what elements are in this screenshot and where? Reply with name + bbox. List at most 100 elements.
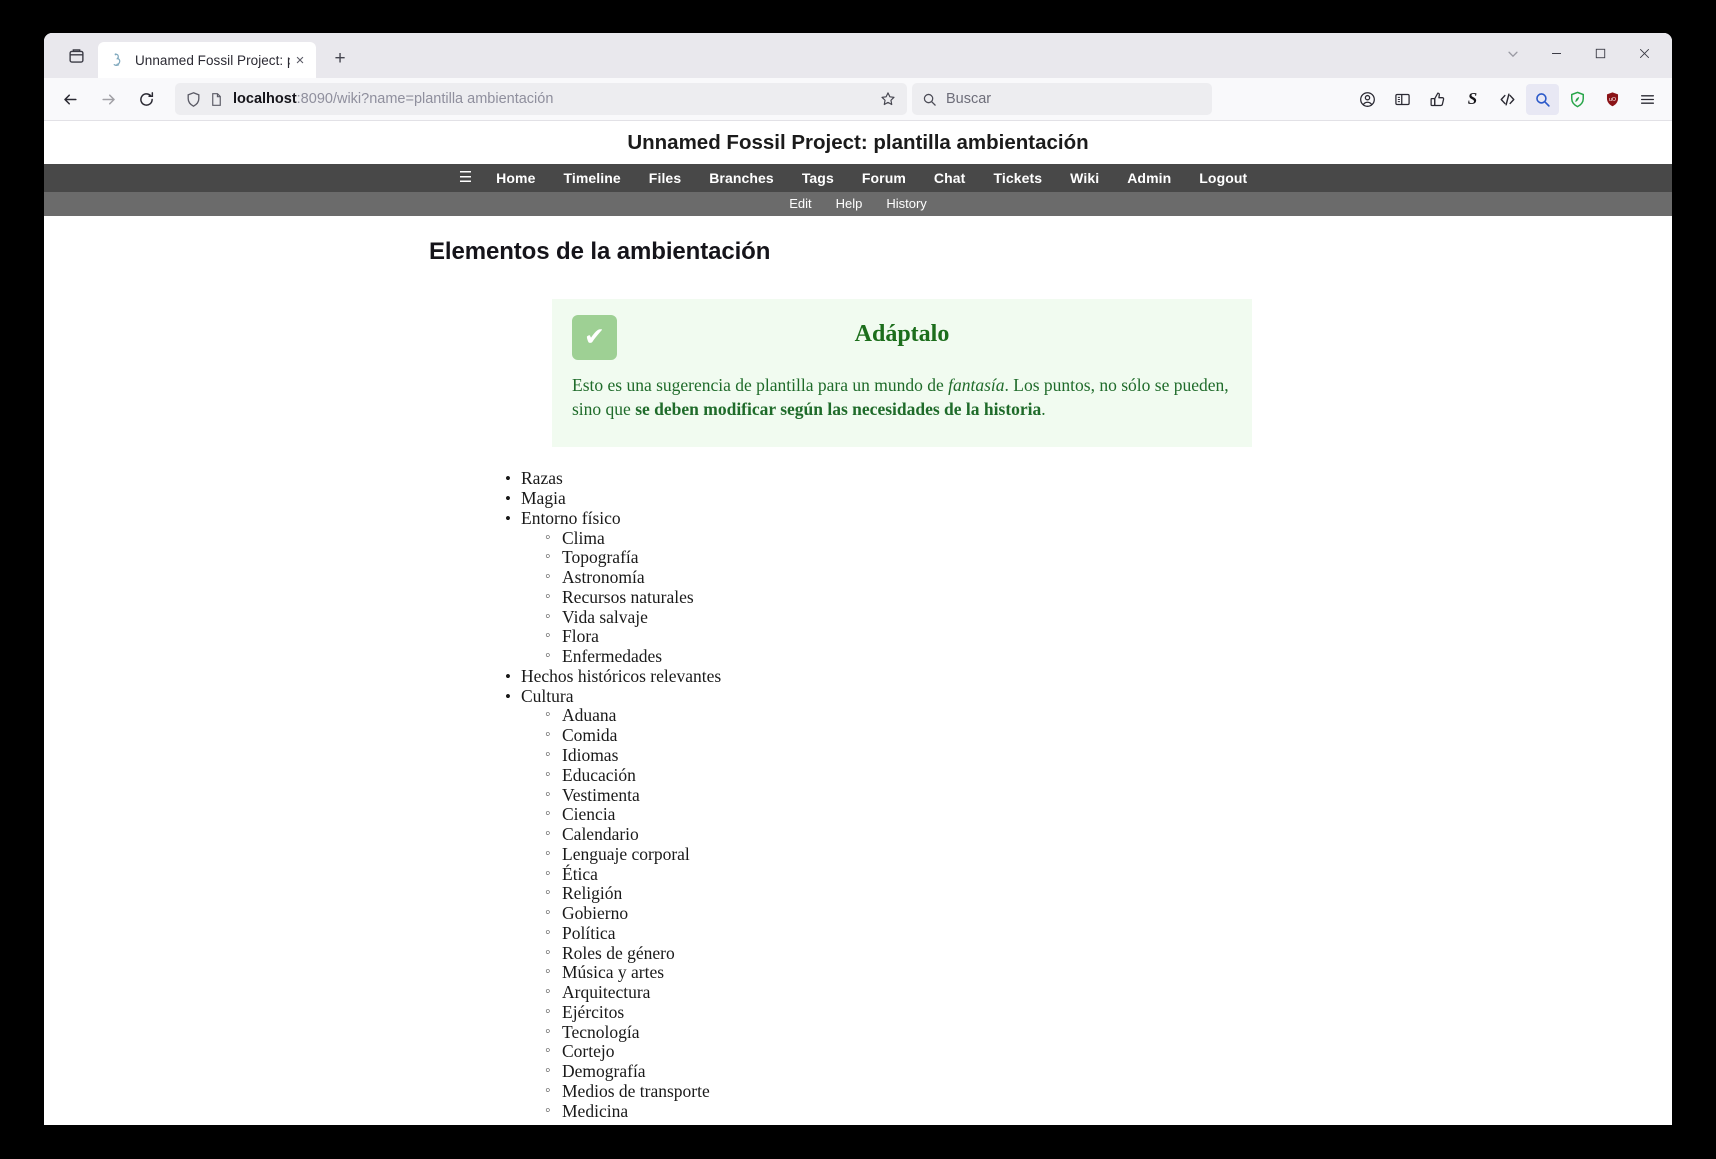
topic-subitem: Religión [541,884,1672,904]
callout-text-part1: Esto es una sugerencia de plantilla para… [572,375,949,395]
close-button[interactable] [1622,37,1666,71]
menu-item-tags[interactable]: Tags [788,164,848,192]
tab-close-icon[interactable]: × [290,50,310,70]
topic-list: RazasMagiaEntorno físicoClimaTopografíaA… [499,468,1672,1122]
topic-subitem: Demografía [541,1061,1672,1082]
sidebar-icon[interactable] [1386,84,1419,115]
submenu-item-help[interactable]: Help [824,192,875,216]
topic-subitem: Política [541,923,1672,944]
topic-subitem: Tecnología [541,1022,1672,1043]
maximize-button[interactable] [1578,37,1622,71]
chevron-down-icon[interactable] [1492,37,1534,71]
page-content: Unnamed Fossil Project: plantilla ambien… [44,121,1672,1125]
page-title: Elementos de la ambientación [429,238,771,265]
submenu-item-edit[interactable]: Edit [777,192,823,216]
ublock-shield-icon[interactable]: uO [1596,84,1629,115]
hamburger-menu-icon[interactable]: ☰ [455,164,482,192]
menu-item-forum[interactable]: Forum [848,164,920,192]
topic-item: Magia [499,488,1672,509]
topic-item: Razas [499,468,1672,489]
menu-item-wiki[interactable]: Wiki [1056,164,1113,192]
shield-icon[interactable] [185,91,202,108]
topic-item: CulturaAduanaComidaIdiomasEducaciónVesti… [499,686,1672,1122]
search-icon [922,92,937,107]
search-input-placeholder: Buscar [946,91,992,107]
new-tab-button[interactable]: + [324,43,356,75]
browser-tab[interactable]: Unnamed Fossil Project: pl × [98,42,316,78]
menu-item-admin[interactable]: Admin [1113,164,1185,192]
navigation-toolbar: localhost:8090/wiki?name=plantilla ambie… [44,78,1672,121]
menu-item-timeline[interactable]: Timeline [549,164,634,192]
tab-strip: Unnamed Fossil Project: pl × + [44,33,1672,78]
wiki-content: Elementos de la ambientación ✔ Adáptalo … [44,216,1672,1122]
tab-title: Unnamed Fossil Project: pl [135,52,290,68]
topic-subitem: Ética [541,864,1672,885]
topic-subitem: Vida salvaje [541,607,1672,628]
menu-item-branches[interactable]: Branches [695,164,788,192]
account-icon[interactable] [1351,84,1384,115]
topic-subitem: Calendario [541,824,1672,845]
callout-box: ✔ Adáptalo Esto es una sugerencia de pla… [552,299,1252,448]
topic-subitem: Recursos naturales [541,587,1672,608]
search-bar[interactable]: Buscar [912,83,1212,115]
window-controls-group [1492,33,1666,78]
page-document-icon[interactable] [209,92,224,107]
callout-text-bold: se deben modificar según las necesidades… [635,399,1042,420]
forward-button[interactable] [90,83,126,115]
topic-item: Hechos históricos relevantes [499,666,1672,687]
menu-item-home[interactable]: Home [482,164,549,192]
minimize-button[interactable] [1534,37,1578,71]
topic-subitem: Roles de género [541,943,1672,964]
project-title: Unnamed Fossil Project: plantilla ambien… [627,131,1089,154]
menu-item-logout[interactable]: Logout [1185,164,1261,192]
browser-window: Unnamed Fossil Project: pl × + localhost… [44,33,1672,1125]
url-text: localhost:8090/wiki?name=plantilla ambie… [233,91,873,107]
topic-label: Cultura [521,686,574,706]
topic-subitem: Lenguaje corporal [541,844,1672,865]
topic-subitem: Clima [541,528,1672,549]
topic-subitem: Música y artes [541,963,1672,983]
callout-title: Adáptalo [854,321,950,347]
sub-menu: Edit Help History [44,192,1672,216]
topic-subitem: Arquitectura [541,982,1672,1003]
topic-subitem: Ejércitos [541,1002,1672,1023]
main-menu: ☰ Home Timeline Files Branches Tags Foru… [44,164,1672,192]
topic-subitem: Topografía [541,548,1672,568]
url-bar[interactable]: localhost:8090/wiki?name=plantilla ambie… [175,83,907,115]
callout-text-part3: . [1041,399,1046,420]
bookmark-star-icon[interactable] [873,85,903,113]
topic-subitem: Enfermedades [541,646,1672,667]
topic-subitem: Medicina [541,1101,1672,1122]
url-path: :8090/wiki?name=plantilla ambientación [296,91,554,107]
menu-item-files[interactable]: Files [635,164,695,192]
magnifier-extension-icon[interactable] [1526,83,1559,115]
code-brackets-icon[interactable] [1491,84,1524,115]
reload-button[interactable] [128,83,164,115]
back-button[interactable] [52,83,88,115]
topic-label: Entorno físico [521,508,621,528]
topic-item: Entorno físicoClimaTopografíaAstronomíaR… [499,508,1672,667]
menu-item-tickets[interactable]: Tickets [979,164,1056,192]
topic-subitem: Educación [541,765,1672,786]
topic-subitem: Comida [541,725,1672,746]
topic-subitem: Aduana [541,706,1672,726]
topic-label: Razas [521,468,563,488]
firefox-view-icon[interactable] [58,38,94,74]
extensions-toolbar: S uO [1350,83,1665,115]
submenu-item-history[interactable]: History [874,192,938,216]
topic-sublist: AduanaComidaIdiomasEducaciónVestimentaCi… [541,706,1672,1121]
topic-subitem: Astronomía [541,567,1672,588]
callout-header: ✔ Adáptalo [572,315,1232,361]
fossil-favicon-icon [110,52,126,68]
topic-subitem: Cortejo [541,1042,1672,1062]
topic-subitem: Idiomas [541,745,1672,766]
url-host: localhost [233,91,297,107]
stylus-s-icon[interactable]: S [1456,84,1489,115]
thumbs-up-icon[interactable] [1421,84,1454,115]
topic-subitem: Medios de transporte [541,1081,1672,1102]
svg-text:uO: uO [1609,96,1616,102]
green-shield-icon[interactable] [1561,84,1594,115]
app-menu-icon[interactable] [1631,84,1664,115]
menu-item-chat[interactable]: Chat [920,164,980,192]
callout-text-italic: fantasía [948,375,1005,395]
